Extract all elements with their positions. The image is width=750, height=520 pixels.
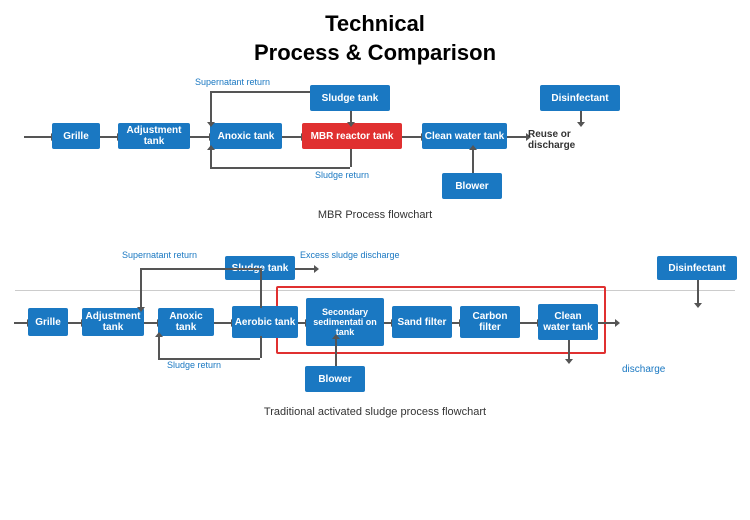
blower-box: Blower [442, 173, 502, 199]
discharge-label: discharge [622, 364, 665, 375]
secondary-box: Secondary sedimentati on tank [306, 298, 384, 346]
disinfectant-box-top: Disinfectant [540, 85, 620, 111]
arrow2-carbon-clean [520, 322, 538, 324]
reuse-label: Reuse or discharge [528, 129, 575, 151]
arrow2-sec-sand [384, 322, 392, 324]
arrow-blower-up [472, 149, 474, 173]
anoxic-tank-box: Anoxic tank [210, 123, 282, 149]
sand-filter-box: Sand filter [392, 306, 452, 338]
arrow-sup-down [210, 91, 212, 123]
adjustment-tank-box2: Adjustment tank [82, 308, 144, 336]
arrow-sludge-return-v [350, 149, 352, 167]
arrow2-adj-anox [144, 322, 158, 324]
adjustment-tank-box: Adjustment tank [118, 123, 190, 149]
arrow-mbr-clean [402, 136, 422, 138]
grille-box: Grille [52, 123, 100, 149]
arrow2-sup-h [140, 268, 260, 270]
mbr-flowchart: Supernatant return Sludge tank Disinfect… [10, 75, 740, 230]
arrow2-clean-out [598, 322, 616, 324]
arrow-sludge-return-up [210, 149, 212, 167]
arrow2-g-adj [68, 322, 82, 324]
arrow2-discharge [568, 340, 570, 360]
arrow2-start [14, 322, 28, 324]
sludge-return-label2: Sludge return [167, 360, 221, 370]
arrow-start [24, 136, 52, 138]
arrow-disinfect-down [580, 111, 582, 123]
arrow2-sand-carbon [452, 322, 460, 324]
arrow-sludge-down [350, 111, 352, 123]
blower-box2: Blower [305, 366, 365, 392]
supernatant-return-label2: Supernatant return [122, 250, 197, 260]
arrow-sludge-return-h [210, 167, 350, 169]
mbr-caption: MBR Process flowchart [10, 209, 740, 221]
page-title: Technical Process & Comparison [10, 10, 740, 67]
traditional-caption: Traditional activated sludge process flo… [10, 406, 740, 418]
arrow2-sludge-return-h [158, 358, 260, 360]
arrow2-sup-v [260, 268, 262, 308]
arrow2-sup-down [140, 268, 142, 308]
anoxic-tank-box2: Anoxic tank [158, 308, 214, 336]
sludge-tank-box: Sludge tank [310, 85, 390, 111]
arrow-clean-out [507, 136, 527, 138]
arrow2-sludge-return-up [158, 336, 160, 358]
carbon-filter-box: Carbon filter [460, 306, 520, 338]
clean-water-box: Clean water tank [422, 123, 507, 149]
aerobic-box: Aerobic tank [232, 306, 298, 338]
sludge-return-label: Sludge return [315, 170, 369, 180]
grille-box2: Grille [28, 308, 68, 336]
supernatant-return-label: Supernatant return [195, 77, 270, 87]
arrow2-aerob-sec [298, 322, 306, 324]
traditional-flowchart: Supernatant return Sludge tank Excess sl… [10, 248, 740, 428]
arrow2-excess [295, 268, 315, 270]
excess-label: Excess sludge discharge [300, 250, 400, 260]
disinfectant-box2: Disinfectant [657, 256, 737, 280]
arrow-adj-anox [190, 136, 210, 138]
arrow-g-adj [100, 136, 118, 138]
arrow2-sludge-return-v [260, 336, 262, 358]
arrow-sup-h [210, 91, 310, 93]
arrow2-blower-up [335, 338, 337, 366]
clean-water-box2: Clean water tank [538, 304, 598, 340]
arrow-anox-mbr [282, 136, 302, 138]
arrow2-anox-aerob [214, 322, 232, 324]
arrow2-disinfect-down [697, 280, 699, 304]
